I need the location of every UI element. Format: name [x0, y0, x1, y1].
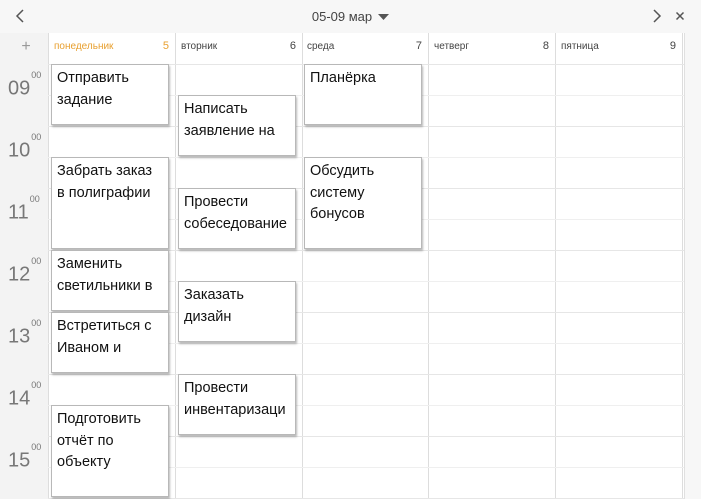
hour-label: 1200 — [8, 256, 41, 286]
hour-label: 1400 — [8, 380, 41, 410]
hour-label: 1300 — [8, 318, 41, 348]
day-header[interactable]: понедельник 5 — [48, 33, 174, 61]
day-column-divider — [555, 33, 556, 499]
hour-value: 14 — [8, 387, 31, 410]
day-number: 5 — [162, 40, 169, 52]
hour-value: 09 — [8, 77, 31, 100]
minutes-value: 00 — [31, 318, 42, 328]
event-title: Провести инвентаризаци — [184, 380, 286, 418]
event-title: Встретиться с Иваном и — [57, 318, 152, 356]
event-card[interactable]: Провести инвентаризаци — [178, 374, 296, 435]
hour-label: 1500 — [8, 442, 41, 472]
event-title: Заказать дизайн — [184, 287, 244, 325]
event-title: Заменить светильники в — [57, 256, 153, 294]
event-card[interactable]: Забрать заказ в полиграфии — [51, 157, 169, 249]
hour-value: 12 — [8, 263, 31, 286]
hour-label: 0900 — [8, 70, 41, 100]
minutes-value: 00 — [31, 70, 42, 80]
calendar-grid[interactable]: понедельник 5 вторник 6 среда 7 четверг 8 пятниц… — [48, 33, 684, 499]
minutes-value: 00 — [31, 132, 42, 142]
day-number: 9 — [669, 40, 676, 52]
close-icon — [675, 11, 685, 21]
day-header[interactable]: среда 7 — [301, 33, 427, 61]
day-name: понедельник — [54, 41, 114, 52]
hour-line — [48, 126, 684, 127]
caret-down-icon[interactable] — [378, 13, 390, 21]
day-header[interactable]: вторник 6 — [175, 33, 301, 61]
time-sidebar: + 0900 1000 1100 1200 1300 1400 1500 — [0, 33, 49, 499]
event-card[interactable]: Отправить задание — [51, 64, 169, 125]
event-card[interactable]: Написать заявление на — [178, 95, 296, 156]
hour-value: 11 — [8, 201, 29, 224]
day-name: пятница — [561, 41, 599, 52]
event-title: Забрать заказ в полиграфии — [57, 163, 153, 201]
day-column-divider — [682, 33, 683, 499]
minutes-value: 00 — [31, 380, 42, 390]
hour-line — [48, 374, 684, 375]
hour-value: 10 — [8, 139, 31, 162]
add-event-button[interactable]: + — [16, 37, 36, 57]
hour-label: 1100 — [8, 194, 40, 224]
event-title: Провести собеседование — [184, 194, 287, 232]
day-column-divider — [302, 33, 303, 499]
minutes-value: 00 — [31, 442, 42, 452]
day-number: 7 — [415, 40, 422, 52]
event-card[interactable]: Заказать дизайн — [178, 281, 296, 342]
day-column-divider — [175, 33, 176, 499]
event-card[interactable]: Встретиться с Иваном и — [51, 312, 169, 373]
event-title: Написать заявление на — [184, 101, 275, 139]
hour-value: 15 — [8, 449, 31, 472]
plus-icon: + — [21, 38, 31, 55]
hour-value: 13 — [8, 325, 31, 348]
hour-label: 1000 — [8, 132, 41, 162]
chevron-right-icon — [653, 9, 662, 23]
event-card[interactable]: Заменить светильники в — [51, 250, 169, 311]
event-card[interactable]: Обсудить систему бонусов — [304, 157, 422, 249]
day-name: вторник — [181, 41, 218, 52]
event-card[interactable]: Подготовить отчёт по объекту — [51, 405, 169, 497]
close-button[interactable] — [667, 4, 693, 28]
top-bar: 05-09 мар — [0, 0, 701, 33]
day-header[interactable]: пятница 9 — [555, 33, 681, 61]
day-number: 6 — [289, 40, 296, 52]
minutes-value: 00 — [31, 256, 42, 266]
day-header[interactable]: четверг 8 — [428, 33, 554, 61]
scrollbar[interactable] — [684, 33, 701, 499]
day-name: четверг — [434, 41, 469, 52]
week-range-title[interactable]: 05-09 мар — [312, 9, 372, 24]
day-number: 8 — [542, 40, 549, 52]
day-name: среда — [307, 41, 335, 52]
minutes-value: 00 — [29, 194, 40, 204]
event-title: Подготовить отчёт по объекту — [57, 411, 141, 470]
event-card[interactable]: Планёрка — [304, 64, 422, 125]
event-card[interactable]: Провести собеседование — [178, 188, 296, 249]
day-column-divider — [428, 33, 429, 499]
event-title: Планёрка — [310, 70, 376, 86]
event-title: Обсудить систему бонусов — [310, 163, 375, 222]
event-title: Отправить задание — [57, 70, 129, 108]
